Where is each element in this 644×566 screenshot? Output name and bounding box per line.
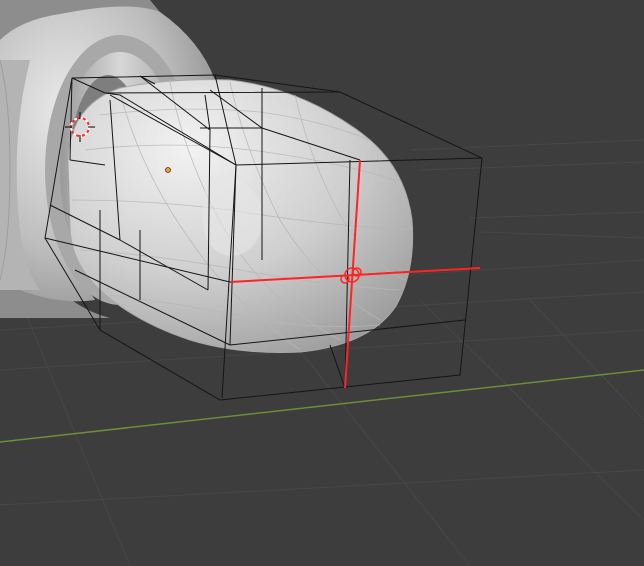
deformed-mesh[interactable] — [67, 79, 414, 353]
3d-viewport[interactable] — [0, 0, 644, 566]
viewport-canvas[interactable] — [0, 0, 644, 566]
object-origin-dot — [165, 167, 171, 173]
x-axis-line — [0, 369, 644, 443]
